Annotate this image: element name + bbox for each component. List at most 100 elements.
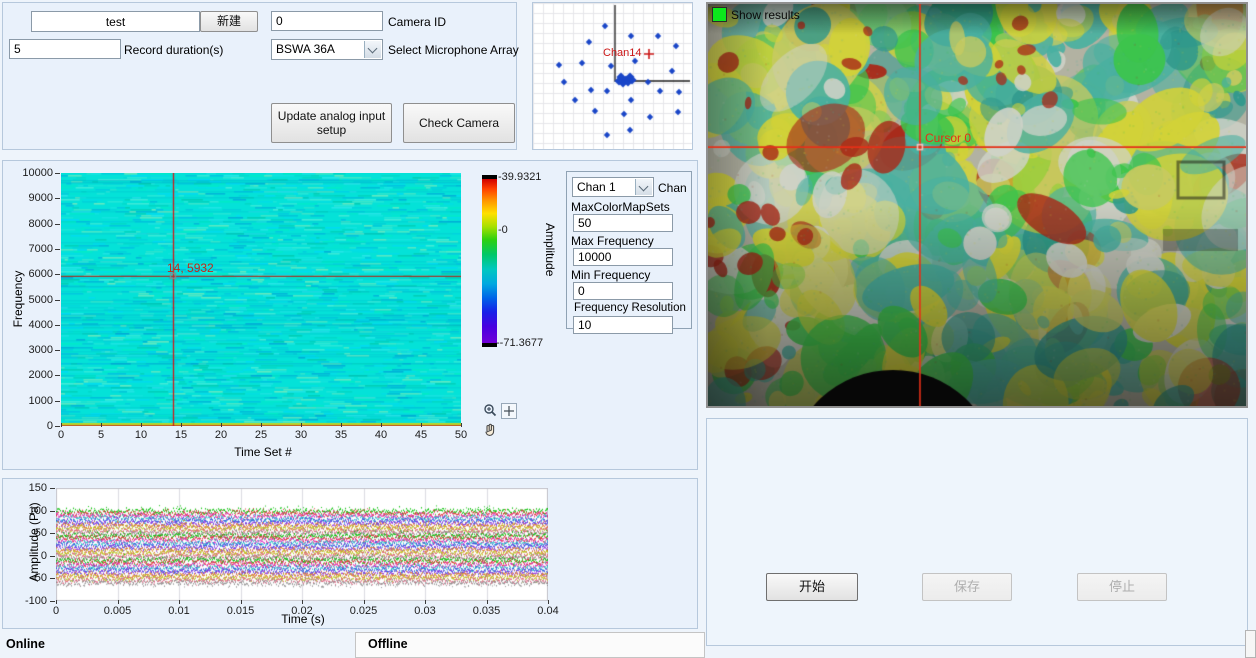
analysis-controls-cluster: Chan 1 Chan MaxColorMapSets Max Frequenc…: [566, 171, 692, 329]
tick-mark: [101, 423, 102, 427]
action-panel: 开始 保存 停止: [706, 418, 1248, 646]
spectrogram-xlabel: Time Set #: [203, 445, 323, 459]
spectrogram-plot[interactable]: [61, 173, 461, 426]
pan-hand-tool-icon[interactable]: [482, 422, 499, 438]
tick-mark: [421, 423, 422, 427]
tick-label: 0.01: [159, 605, 199, 617]
show-results-checkbox[interactable]: [712, 7, 727, 22]
tick-label: 5: [83, 429, 119, 441]
tick-label: 7000: [7, 243, 53, 255]
tick-mark: [56, 600, 57, 604]
tab-offline-strip[interactable]: Offline: [355, 632, 705, 658]
cursor-tool-icon[interactable]: [501, 403, 517, 419]
waveform-plot[interactable]: [56, 488, 548, 601]
color-scale: [482, 175, 497, 347]
frequency-resolution-field[interactable]: [573, 316, 673, 334]
zoom-tool-icon[interactable]: [482, 403, 499, 419]
tab-offline: Offline: [368, 637, 408, 651]
tick-mark: [50, 556, 55, 557]
tick-label: 0.015: [221, 605, 261, 617]
tick-mark: [55, 274, 60, 275]
tick-mark: [118, 600, 119, 604]
color-scale-min-label: --71.3677: [496, 337, 543, 349]
tick-mark: [55, 198, 60, 199]
tick-label: 6000: [7, 268, 53, 280]
tick-label: 0.025: [344, 605, 384, 617]
new-button[interactable]: 新建: [200, 11, 258, 32]
tick-mark: [302, 600, 303, 604]
chan-dropdown-arrow[interactable]: [635, 179, 652, 195]
tick-label: 100: [5, 505, 47, 517]
tick-mark: [301, 423, 302, 427]
max-colormap-field[interactable]: [573, 214, 673, 232]
camera-id-field[interactable]: [271, 11, 383, 31]
tick-mark: [364, 600, 365, 604]
record-duration-field[interactable]: [9, 39, 121, 59]
chan-dropdown-value: Chan 1: [577, 180, 616, 194]
stop-button[interactable]: 停止: [1077, 573, 1167, 601]
tick-label: 0: [43, 429, 79, 441]
mic-array-plot[interactable]: [533, 3, 692, 149]
tick-mark: [55, 426, 60, 427]
tick-mark: [261, 423, 262, 427]
tick-label: 20: [203, 429, 239, 441]
tab-online[interactable]: Online: [6, 637, 45, 651]
spectrogram-cursor-label: 14, 5932: [167, 261, 214, 275]
session-name-field[interactable]: [31, 11, 200, 32]
tick-label: 15: [163, 429, 199, 441]
tick-mark: [221, 423, 222, 427]
tick-mark: [55, 224, 60, 225]
start-button[interactable]: 开始: [766, 573, 858, 601]
camera-cursor-label: Cursor 0: [925, 131, 971, 145]
save-button[interactable]: 保存: [922, 573, 1012, 601]
tick-mark: [548, 600, 549, 604]
tick-mark: [55, 173, 60, 174]
tick-mark: [425, 600, 426, 604]
tick-label: -50: [5, 572, 47, 584]
mic-array-panel: Chan14: [532, 2, 693, 150]
tick-mark: [50, 601, 55, 602]
tick-mark: [50, 488, 55, 489]
mic-highlight-label: Chan14: [603, 47, 642, 59]
scrollbar-fragment[interactable]: [1245, 630, 1256, 658]
chan-dropdown[interactable]: Chan 1: [572, 177, 654, 197]
tick-mark: [55, 401, 60, 402]
tick-label: 40: [363, 429, 399, 441]
chevron-down-icon: [639, 182, 649, 192]
tick-mark: [461, 423, 462, 427]
mic-array-value: BSWA 36A: [276, 42, 335, 56]
mic-array-dropdown[interactable]: BSWA 36A: [271, 39, 383, 60]
min-frequency-field[interactable]: [573, 282, 673, 300]
frequency-resolution-label: Frequency Resolution: [574, 302, 686, 314]
tick-mark: [487, 600, 488, 604]
tick-label: 35: [323, 429, 359, 441]
tick-mark: [61, 423, 62, 427]
tick-label: 0.005: [98, 605, 138, 617]
update-analog-input-button[interactable]: Update analog input setup: [271, 103, 392, 143]
min-frequency-label: Min Frequency: [571, 268, 650, 282]
max-frequency-field[interactable]: [573, 248, 673, 266]
tick-label: 10000: [7, 167, 53, 179]
settings-panel: 新建 Record duration(s) Camera ID BSWA 36A…: [2, 2, 517, 150]
tick-mark: [55, 300, 60, 301]
chevron-down-icon: [368, 44, 378, 54]
check-camera-button[interactable]: Check Camera: [403, 103, 515, 143]
tick-label: 5000: [7, 294, 53, 306]
tick-label: 8000: [7, 218, 53, 230]
tick-label: 10: [123, 429, 159, 441]
camera-acoustic-image[interactable]: [708, 4, 1246, 406]
tick-label: 0: [36, 605, 76, 617]
tick-mark: [141, 423, 142, 427]
color-scale-mid-label: -0: [498, 224, 508, 236]
tick-mark: [179, 600, 180, 604]
tick-label: 0: [5, 550, 47, 562]
show-results-label: Show results: [731, 8, 800, 22]
tick-label: 1000: [7, 395, 53, 407]
waveform-panel: Amplitude (Pa) Time (s) -100-50050100150…: [2, 478, 698, 629]
tick-label: 30: [283, 429, 319, 441]
dropdown-arrow-button[interactable]: [364, 41, 381, 58]
tick-mark: [55, 350, 60, 351]
tick-label: 50: [443, 429, 479, 441]
tick-mark: [50, 578, 55, 579]
tick-mark: [50, 511, 55, 512]
